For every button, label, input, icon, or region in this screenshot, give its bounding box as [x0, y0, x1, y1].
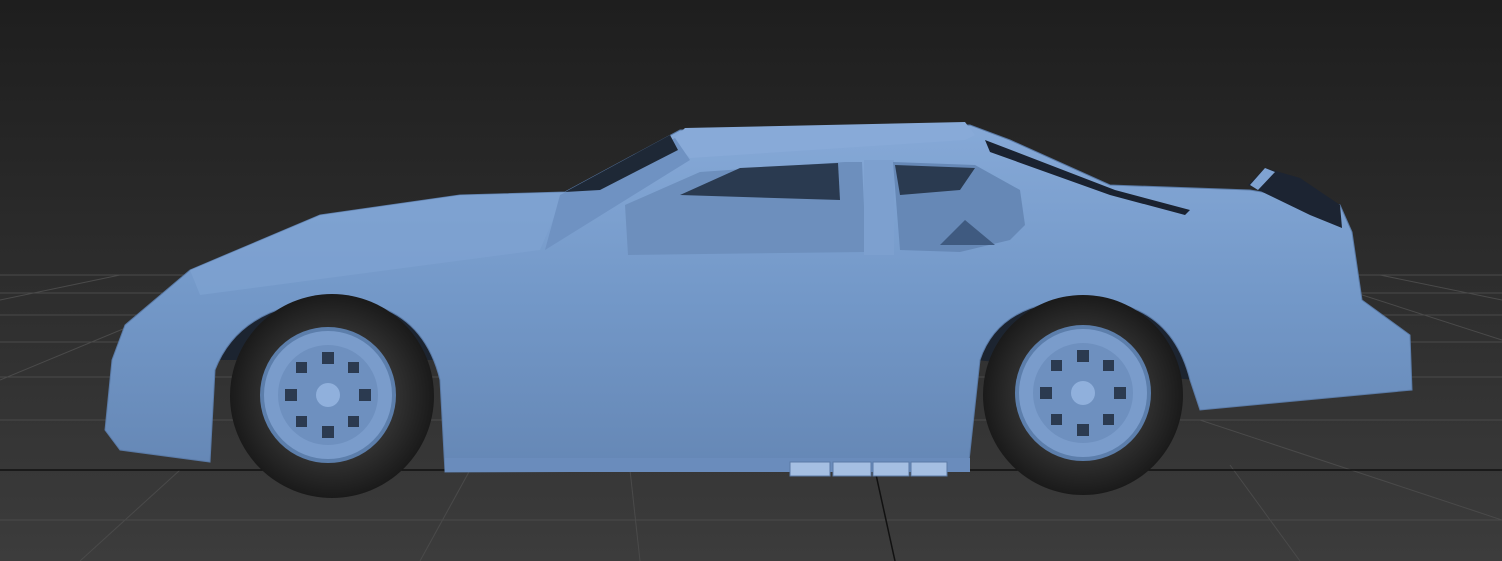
front-wheel	[230, 294, 434, 498]
rear-wheel	[983, 295, 1183, 495]
3d-viewport[interactable]	[0, 0, 1502, 561]
rear-hub	[1071, 381, 1095, 405]
side-vents	[789, 461, 948, 477]
front-hub	[316, 383, 340, 407]
b-pillar	[864, 160, 894, 255]
